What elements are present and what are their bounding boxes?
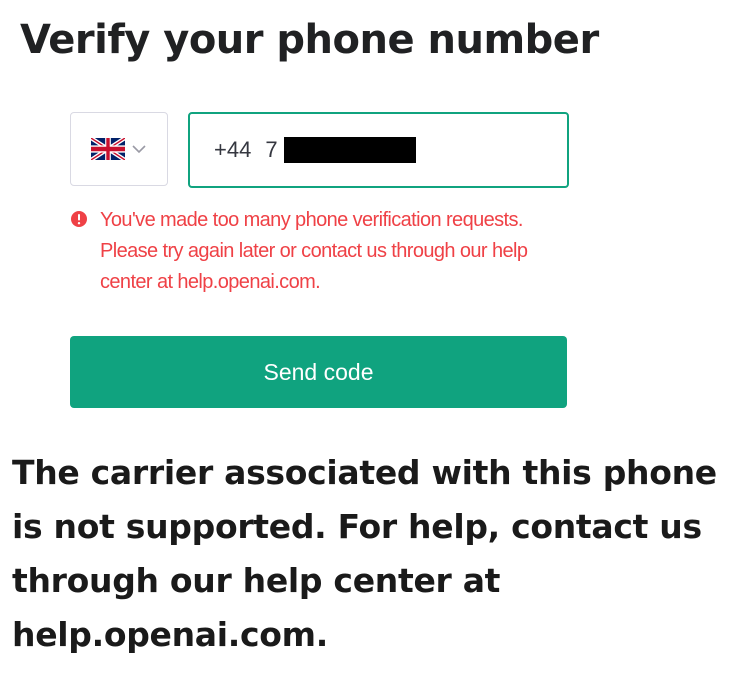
caption-text: The carrier associated with this phone i… <box>12 453 717 654</box>
uk-flag-icon <box>91 138 125 160</box>
dial-code: +44 <box>214 137 252 162</box>
phone-number-value: 7 <box>265 137 278 162</box>
phone-number-input[interactable]: +44 7 <box>188 112 569 188</box>
redaction-bar <box>283 137 416 163</box>
error-message: You've made too many phone verification … <box>70 205 570 298</box>
country-code-select[interactable] <box>70 112 168 186</box>
chevron-down-icon <box>132 145 146 154</box>
page-title: Verify your phone number <box>20 17 599 63</box>
send-code-button[interactable]: Send code <box>70 336 567 408</box>
alert-circle-icon <box>71 211 87 227</box>
error-text: You've made too many phone verification … <box>100 209 528 293</box>
